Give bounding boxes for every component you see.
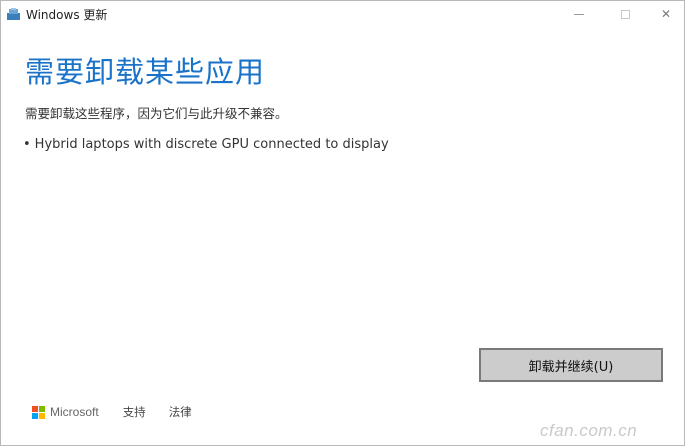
close-icon: ✕ bbox=[660, 7, 672, 21]
maximize-icon bbox=[620, 9, 630, 19]
bullet: • bbox=[23, 137, 31, 152]
legal-link[interactable]: 法律 bbox=[169, 404, 192, 420]
minimize-button[interactable] bbox=[557, 1, 601, 27]
incompatible-app-list: • Hybrid laptops with discrete GPU connec… bbox=[23, 137, 389, 152]
title-bar[interactable]: Windows 更新 ✕ bbox=[1, 1, 684, 27]
support-link[interactable]: 支持 bbox=[123, 404, 146, 420]
maximize-button[interactable] bbox=[603, 1, 647, 27]
close-button[interactable]: ✕ bbox=[644, 1, 685, 27]
microsoft-logo-icon bbox=[32, 405, 45, 419]
uninstall-and-continue-button[interactable]: 卸载并继续(U) bbox=[479, 348, 663, 382]
list-item: • Hybrid laptops with discrete GPU connec… bbox=[23, 137, 389, 152]
footer: Microsoft 支持 法律 bbox=[32, 403, 215, 421]
microsoft-brand: Microsoft bbox=[50, 405, 99, 419]
page-subtitle: 需要卸载这些程序，因为它们与此升级不兼容。 bbox=[25, 106, 288, 121]
minimize-icon bbox=[574, 13, 584, 15]
page-title: 需要卸载某些应用 bbox=[25, 55, 266, 89]
windows-update-icon bbox=[7, 8, 20, 20]
window-title: Windows 更新 bbox=[26, 8, 108, 22]
watermark: cfan.com.cn bbox=[540, 421, 638, 440]
windows-update-window: Windows 更新 ✕ 需要卸载某些应用 需要卸载这些程序，因为它们与此升级不… bbox=[0, 0, 685, 446]
app-name: Hybrid laptops with discrete GPU connect… bbox=[34, 137, 389, 152]
